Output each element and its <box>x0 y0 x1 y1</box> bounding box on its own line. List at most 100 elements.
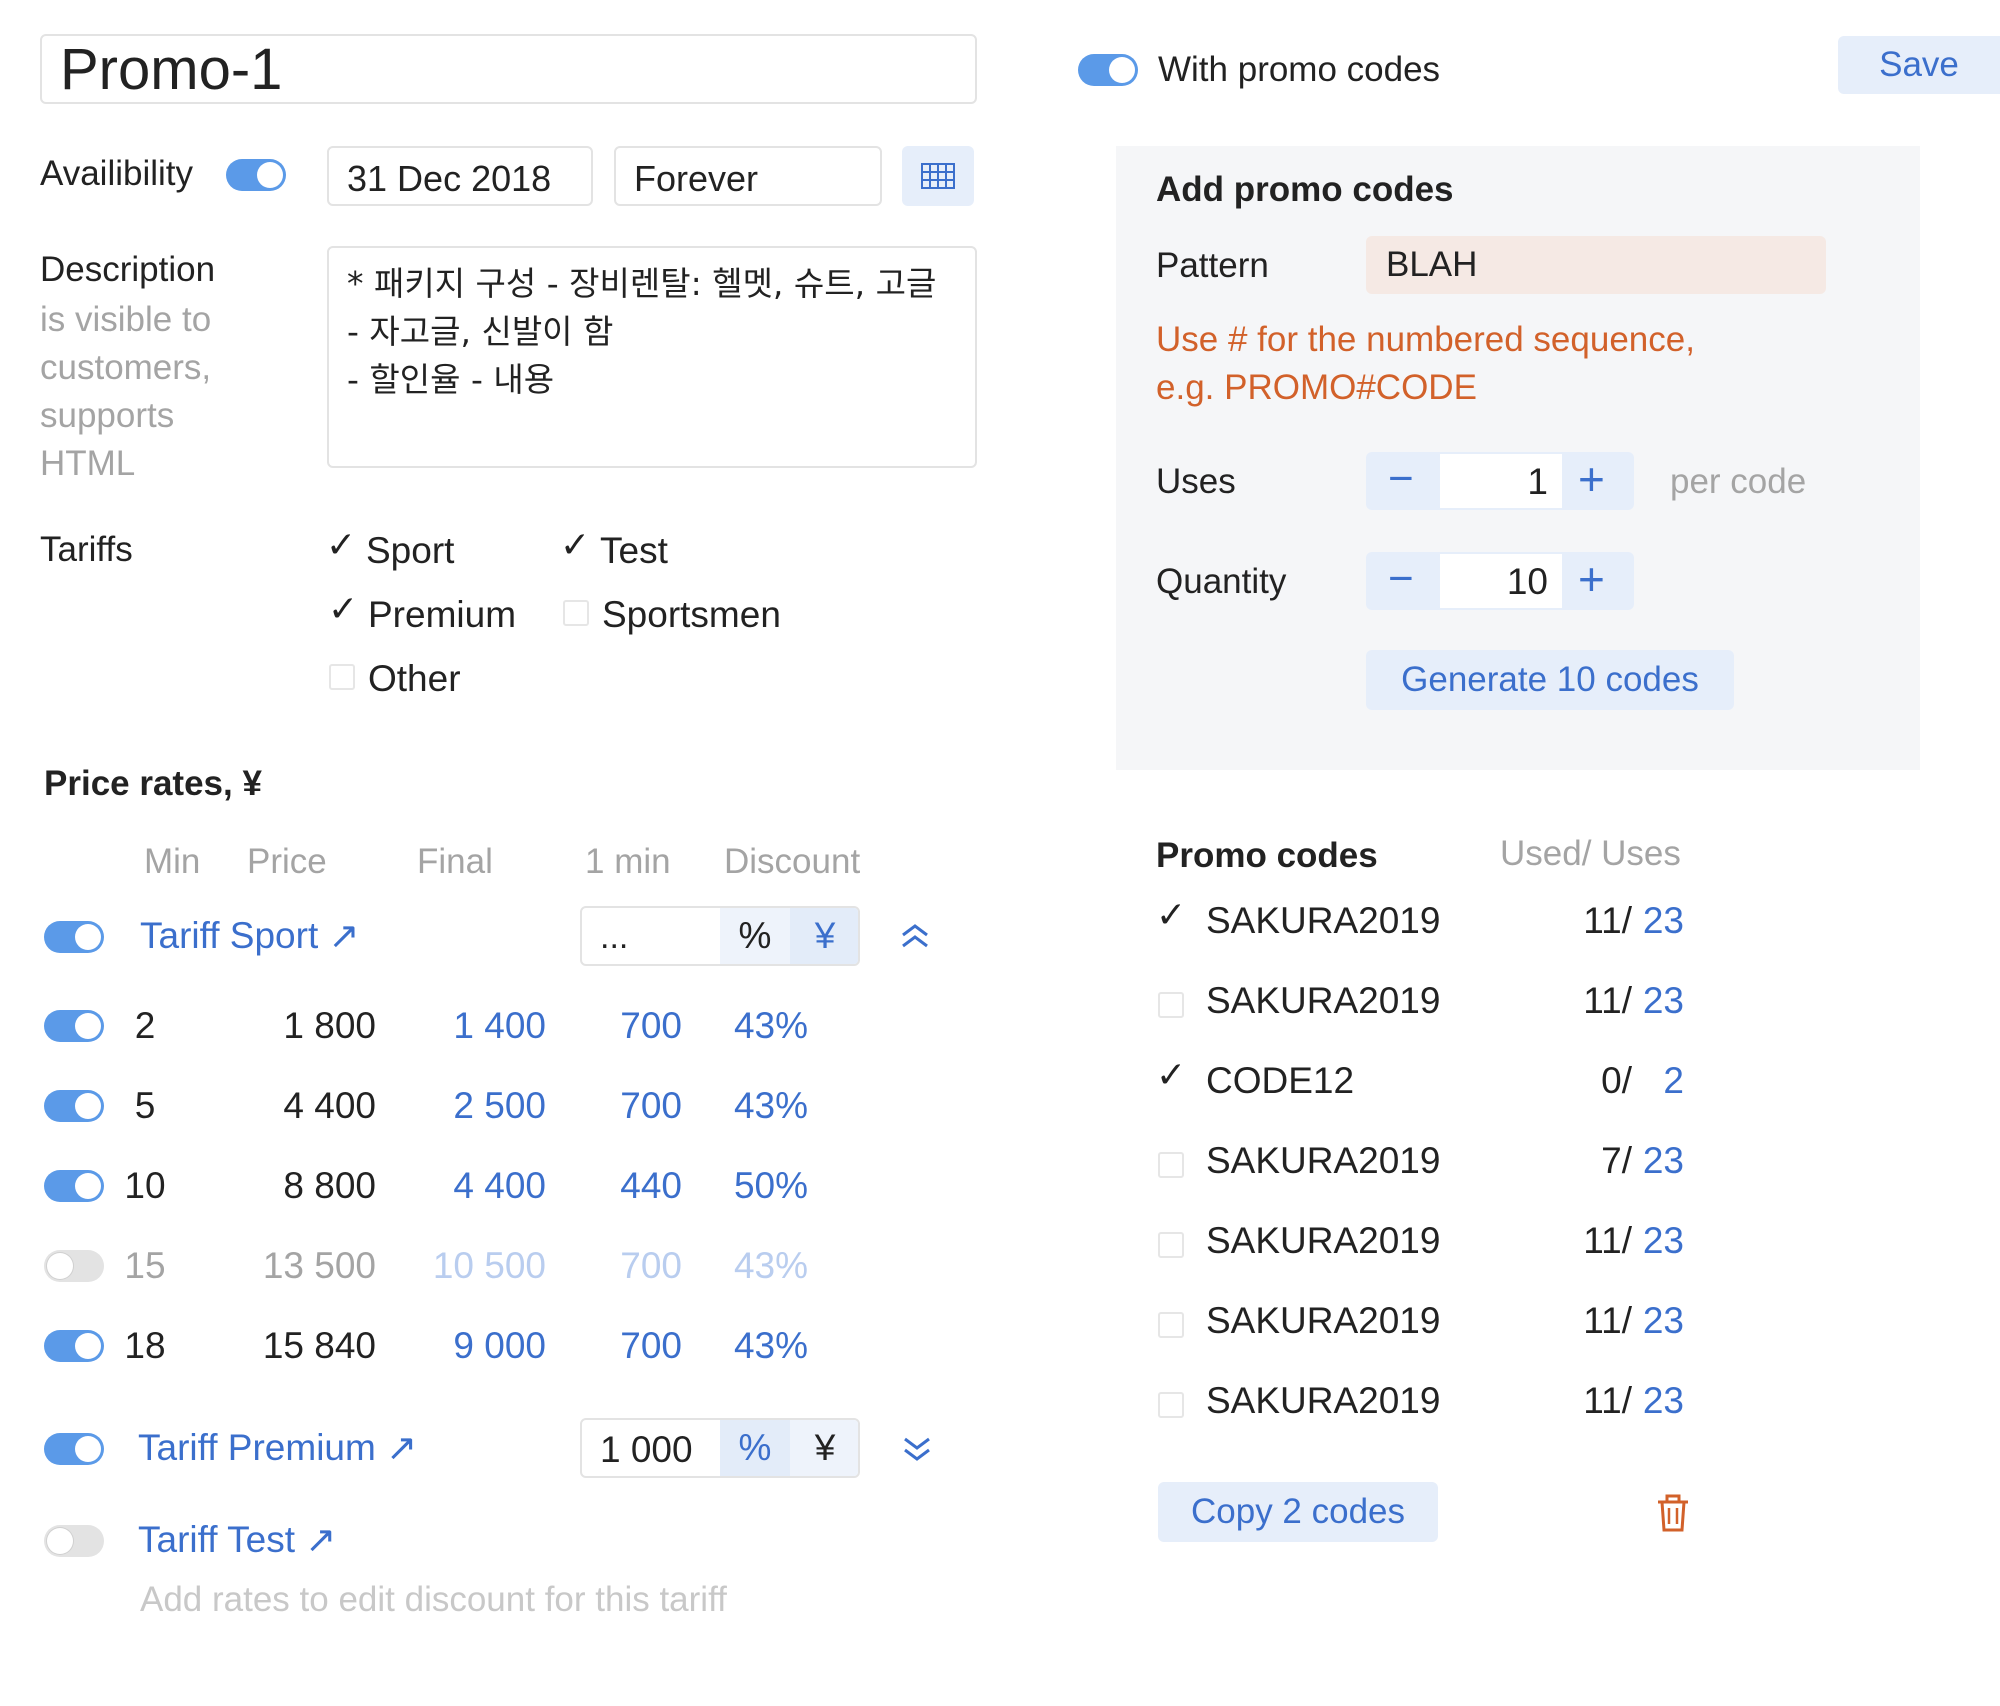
unit-yen-button[interactable]: ¥ <box>790 908 858 964</box>
sport-discount-input[interactable]: ... % ¥ <box>580 906 860 966</box>
promo-code-uses[interactable]: 23 <box>1634 1300 1684 1342</box>
pattern-hint: Use # for the numbered sequence, e.g. PR… <box>1156 320 1695 407</box>
tariff-test-toggle[interactable] <box>44 1525 104 1557</box>
with-promo-codes-label: With promo codes <box>1158 50 1441 89</box>
availability-toggle[interactable] <box>226 159 286 191</box>
tariff-sportsmen-box[interactable] <box>563 600 589 626</box>
with-promo-codes-toggle[interactable] <box>1078 54 1138 86</box>
rate-final[interactable]: 4 400 <box>380 1165 546 1207</box>
unit-percent-button[interactable]: % <box>720 908 790 964</box>
promo-code-uses[interactable]: 2 <box>1634 1060 1684 1102</box>
description-line: - 할인율 - 내용 <box>347 360 555 399</box>
promo-code: SAKURA2019 <box>1206 980 1441 1021</box>
tariff-test-checkbox[interactable]: Test <box>600 530 668 572</box>
rate-toggle[interactable] <box>44 1010 104 1042</box>
tariff-premium-checkbox[interactable]: Premium <box>368 594 516 636</box>
copy-codes-button[interactable]: Copy 2 codes <box>1158 1482 1438 1542</box>
tariff-test-hint: Add rates to edit discount for this tari… <box>140 1580 727 1619</box>
rate-one-min[interactable]: 700 <box>560 1005 682 1047</box>
rate-one-min[interactable]: 700 <box>560 1085 682 1127</box>
uses-input[interactable]: 1 <box>1438 452 1564 510</box>
tariff-other-box[interactable] <box>329 664 355 690</box>
rate-price: 4 400 <box>283 1085 376 1126</box>
rate-toggle[interactable] <box>44 1170 104 1202</box>
pattern-value: BLAH <box>1386 245 1478 284</box>
end-date-input[interactable]: Forever <box>614 146 882 206</box>
uses-stepper[interactable]: − 1 + <box>1366 452 1634 510</box>
promo-code-used: 11/ <box>1583 980 1632 1021</box>
tariff-premium-link[interactable]: Tariff Premium ↗ <box>138 1426 417 1469</box>
tariff-premium-toggle[interactable] <box>44 1433 104 1465</box>
rate-discount[interactable]: 43% <box>700 1245 808 1287</box>
quantity-minus-button[interactable]: − <box>1388 554 1414 604</box>
premium-discount-input[interactable]: 1 000 % ¥ <box>580 1418 860 1478</box>
promo-code-checkbox[interactable] <box>1158 1392 1184 1418</box>
chevrons-down-icon[interactable] <box>902 1436 932 1462</box>
rate-discount[interactable]: 50% <box>700 1165 808 1207</box>
promo-code: SAKURA2019 <box>1206 900 1441 941</box>
col-discount: Discount <box>724 842 861 881</box>
promo-code-checkbox[interactable] <box>1158 1312 1184 1338</box>
rate-discount[interactable]: 43% <box>700 1085 808 1127</box>
promo-title-text: Promo-1 <box>60 37 283 102</box>
rate-toggle[interactable] <box>44 1090 104 1122</box>
tariff-sport-toggle[interactable] <box>44 921 104 953</box>
quantity-input[interactable]: 10 <box>1438 552 1564 610</box>
rate-min: 10 <box>124 1165 166 1206</box>
rate-final[interactable]: 2 500 <box>380 1085 546 1127</box>
quantity-stepper[interactable]: − 10 + <box>1366 552 1634 610</box>
tariff-sport-checkbox[interactable]: Sport <box>366 530 454 572</box>
tariff-sport-link[interactable]: Tariff Sport ↗ <box>140 914 360 957</box>
promo-code-checkbox[interactable] <box>1158 992 1184 1018</box>
unit-percent-button[interactable]: % <box>720 1420 790 1476</box>
pattern-input[interactable]: BLAH <box>1366 236 1826 294</box>
rate-discount[interactable]: 43% <box>700 1325 808 1367</box>
uses-plus-button[interactable]: + <box>1578 452 1605 506</box>
description-line: - 자고글, 신발이 함 <box>347 312 614 351</box>
promo-code-checkbox[interactable] <box>1158 1152 1184 1178</box>
rate-one-min[interactable]: 700 <box>560 1245 682 1287</box>
trash-icon[interactable] <box>1656 1494 1690 1532</box>
promo-code: SAKURA2019 <box>1206 1380 1441 1421</box>
rate-one-min[interactable]: 440 <box>560 1165 682 1207</box>
tariff-sportsmen-checkbox[interactable]: Sportsmen <box>602 594 781 636</box>
generate-codes-button[interactable]: Generate 10 codes <box>1366 650 1734 710</box>
uses-minus-button[interactable]: − <box>1388 454 1414 504</box>
unit-yen-button[interactable]: ¥ <box>790 1420 858 1476</box>
uses-suffix: per code <box>1670 462 1807 501</box>
checkmark-icon[interactable]: ✓ <box>1156 1058 1186 1094</box>
promo-code-uses[interactable]: 23 <box>1634 900 1684 942</box>
start-date-input[interactable]: 31 Dec 2018 <box>327 146 593 206</box>
checkmark-icon: ✓ <box>560 525 591 566</box>
rate-min: 5 <box>134 1085 156 1126</box>
rate-toggle[interactable] <box>44 1250 104 1282</box>
promo-code-uses[interactable]: 23 <box>1634 1220 1684 1262</box>
sport-discount-value: ... <box>600 918 629 956</box>
promo-code-uses[interactable]: 23 <box>1634 1380 1684 1422</box>
chevrons-up-icon[interactable] <box>900 923 930 949</box>
used-uses-header: Used/ Uses <box>1500 834 1681 873</box>
promo-title-input[interactable]: Promo-1 <box>40 34 977 104</box>
calendar-button[interactable] <box>902 146 974 206</box>
rate-row: 2 1 800 1 400 700 43% <box>0 1005 1000 1065</box>
promo-code-uses[interactable]: 23 <box>1634 980 1684 1022</box>
rate-price: 13 500 <box>262 1245 376 1286</box>
checkmark-icon: ✓ <box>326 525 357 566</box>
promo-code-uses[interactable]: 23 <box>1634 1140 1684 1182</box>
save-button[interactable]: Save <box>1838 36 2000 94</box>
rate-discount[interactable]: 43% <box>700 1005 808 1047</box>
tariff-test-link[interactable]: Tariff Test ↗ <box>138 1518 336 1561</box>
rate-final[interactable]: 10 500 <box>380 1245 546 1287</box>
start-date-value: 31 Dec 2018 <box>347 158 552 199</box>
rate-toggle[interactable] <box>44 1330 104 1362</box>
promo-code-row: SAKURA2019 7/23 <box>1150 1138 1710 1198</box>
rate-price: 15 840 <box>262 1325 376 1366</box>
rate-final[interactable]: 9 000 <box>380 1325 546 1367</box>
promo-code-checkbox[interactable] <box>1158 1232 1184 1258</box>
description-textarea[interactable]: * 패키지 구성 - 장비렌탈: 헬멧, 슈트, 고글 - 자고글, 신발이 함… <box>327 246 977 468</box>
quantity-plus-button[interactable]: + <box>1578 552 1605 606</box>
checkmark-icon[interactable]: ✓ <box>1156 898 1186 934</box>
rate-final[interactable]: 1 400 <box>380 1005 546 1047</box>
tariff-other-checkbox[interactable]: Other <box>368 658 461 700</box>
rate-one-min[interactable]: 700 <box>560 1325 682 1367</box>
